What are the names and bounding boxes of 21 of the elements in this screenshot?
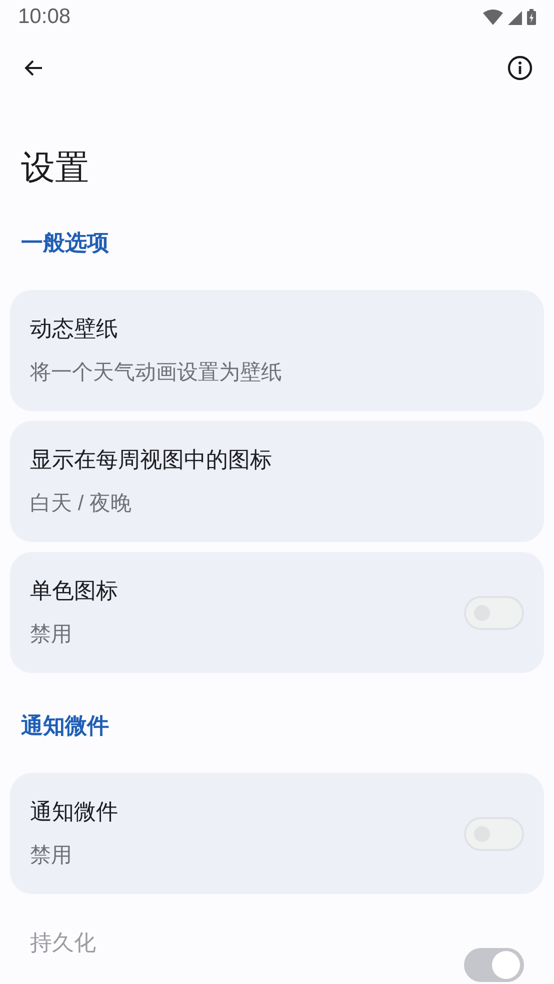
status-time: 10:08 (18, 5, 71, 29)
wifi-icon (483, 9, 503, 25)
item-title: 持久化 (30, 929, 96, 957)
settings-card[interactable]: 单色图标 禁用 (10, 552, 544, 673)
item-title: 通知微件 (30, 798, 118, 826)
item-title: 动态壁纸 (30, 314, 119, 342)
item-title: 显示在每周视图中的图标 (30, 446, 272, 474)
item-subtitle: 将一个天气动画设置为壁纸 (30, 360, 282, 386)
signal-icon (508, 11, 522, 25)
section-header: 一般选项 (21, 229, 110, 257)
item-title: 单色图标 (30, 576, 118, 604)
info-icon (507, 55, 533, 81)
item-subtitle: 白天 / 夜晚 (30, 490, 133, 516)
page-title: 设置 (21, 148, 90, 189)
settings-card[interactable]: 通知微件 禁用 (10, 773, 544, 894)
item-subtitle: 禁用 (30, 842, 73, 868)
settings-card[interactable]: 显示在每周视图中的图标 白天 / 夜晚 (10, 421, 544, 542)
settings-card[interactable]: 动态壁纸 将一个天气动画设置为壁纸 (10, 290, 544, 411)
section-header: 通知微件 (21, 712, 110, 740)
item-subtitle: 禁用 (30, 622, 73, 648)
battery-icon (527, 9, 536, 25)
